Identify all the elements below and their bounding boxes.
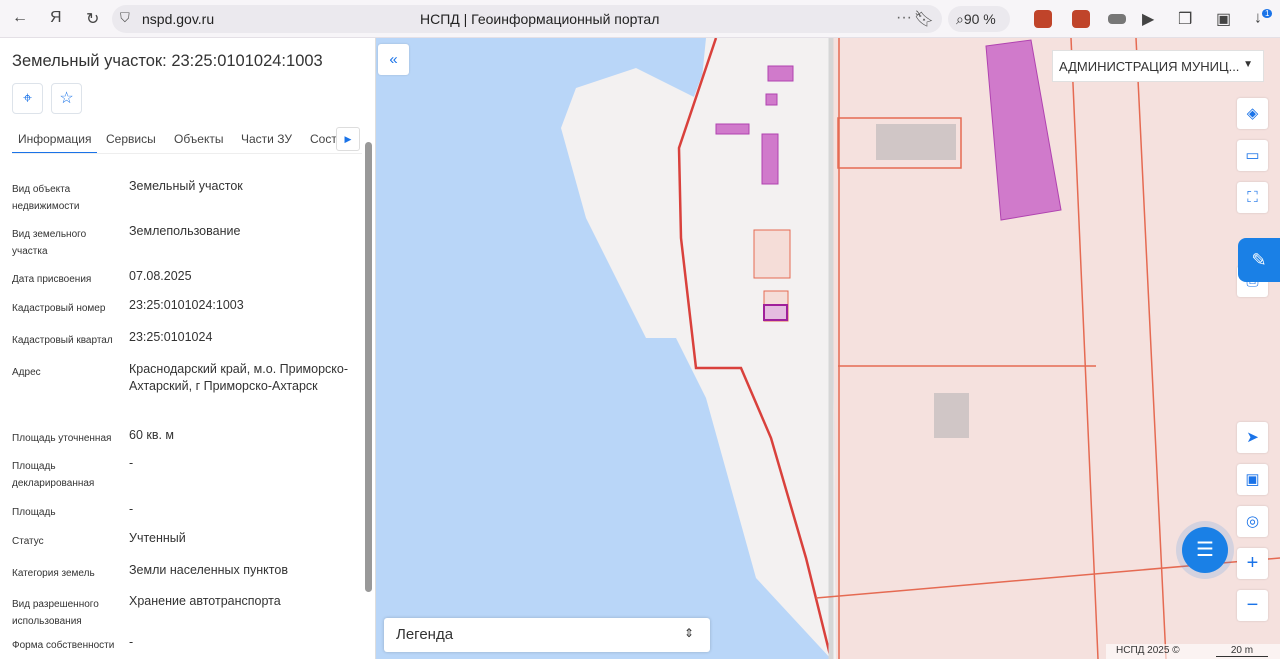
legend-label: Легенда — [396, 626, 454, 643]
info-label: Вид разрешенного использования — [12, 599, 99, 627]
url-text: nspd.gov.ru — [142, 11, 215, 27]
info-value: Краснодарский край, м.о. Приморско-Ахтар… — [129, 362, 349, 393]
geolocation-button[interactable]: ➤ — [1237, 422, 1268, 453]
chevron-down-icon: ▼ — [1243, 59, 1253, 70]
info-label: Вид земельного участка — [12, 229, 87, 257]
attribution-text: НСПД 2025 © — [1116, 645, 1180, 656]
zoom-indicator[interactable]: ⌕90 % — [948, 6, 1010, 32]
bookmark-icon[interactable]: 🔖︎ — [914, 9, 934, 29]
panel-title: Земельный участок: 23:25:0101024:1003 — [12, 52, 323, 70]
chevron-updown-icon: ⇕ — [683, 626, 694, 640]
zoom-icon: ⌕ — [956, 11, 964, 27]
info-value: Землепользование — [129, 224, 241, 238]
shield-icon: ⛉ — [120, 10, 130, 25]
locate-object-button[interactable]: ⌖ — [12, 83, 43, 114]
info-label: Адрес — [12, 367, 41, 378]
tab-information[interactable]: Информация — [12, 132, 98, 153]
zoom-out-button[interactable]: − — [1237, 590, 1268, 621]
map-attribution: НСПД 2025 © 20 m — [1106, 644, 1280, 659]
info-label: Кадастровый квартал — [12, 335, 113, 346]
layers-button[interactable]: ◈ — [1237, 98, 1268, 129]
map-canvas — [561, 38, 1280, 659]
info-label: Кадастровый номер — [12, 303, 106, 314]
info-value: - — [129, 502, 134, 516]
info-value: Учтенный — [129, 531, 186, 545]
info-value: Хранение автотранспорта — [129, 594, 281, 608]
info-value: 07.08.2025 — [129, 269, 192, 283]
collections-icon[interactable]: ❒ — [1178, 9, 1192, 29]
tab-services[interactable]: Сервисы — [106, 132, 156, 146]
panel-scrollbar[interactable] — [365, 142, 372, 592]
scale-bar: 20 m — [1216, 645, 1268, 657]
chat-button[interactable]: ☰ — [1182, 527, 1228, 573]
info-value: Земельный участок — [129, 179, 243, 193]
media-icon[interactable]: ▶ — [1142, 9, 1154, 29]
tab-objects[interactable]: Объекты — [174, 132, 224, 146]
info-value: - — [129, 635, 134, 649]
extension-icon[interactable] — [1034, 10, 1052, 28]
info-label: Площадь уточненная — [12, 433, 112, 444]
info-label: Площадь декларированная — [12, 461, 95, 489]
ruler-button[interactable]: ▭ — [1237, 140, 1268, 171]
extension-icon[interactable] — [1072, 10, 1090, 28]
info-label: Категория земель — [12, 568, 95, 579]
info-label: Форма собственности — [12, 640, 115, 651]
collapse-panel-button[interactable]: « — [378, 44, 409, 75]
map[interactable]: « АДМИНИСТРАЦИЯ МУНИЦ...▼ ◈ ▭ ⛶ ⎙ ✎ ➤ ▣ … — [376, 38, 1280, 659]
profile-icon[interactable]: ▣ — [1216, 9, 1231, 29]
info-value: 60 кв. м — [129, 428, 175, 442]
info-panel: Земельный участок: 23:25:0101024:1003 ⌖ … — [0, 38, 376, 659]
owner-select-value: АДМИНИСТРАЦИЯ МУНИЦ... — [1059, 59, 1240, 74]
feedback-tab[interactable]: ✎ — [1238, 238, 1280, 282]
yandex-icon[interactable]: Я — [50, 9, 62, 27]
owner-select[interactable]: АДМИНИСТРАЦИЯ МУНИЦ... ▼ — [1052, 50, 1264, 82]
download-icon[interactable]: ↓ 1 — [1254, 9, 1273, 27]
info-label: Площадь — [12, 507, 56, 518]
back-icon[interactable]: ← — [12, 9, 28, 27]
info-value: 23:25:0101024:1003 — [129, 298, 244, 312]
tabs-scroll-right-button[interactable]: ▶ — [336, 127, 360, 151]
page-title-text: НСПД | Геоинформационный портал — [420, 11, 660, 27]
search-location-button[interactable]: ◎ — [1237, 506, 1268, 537]
info-label: Дата присвоения — [12, 274, 92, 285]
info-label: Вид объекта недвижимости — [12, 184, 80, 212]
download-badge: 1 — [1262, 9, 1273, 18]
info-value: Земли населенных пунктов — [129, 563, 288, 577]
extension-icon[interactable] — [1108, 14, 1126, 24]
info-label: Статус — [12, 536, 44, 547]
info-value: - — [129, 456, 134, 470]
browser-toolbar: ← Я ↻ ⛉ nspd.gov.ru НСПД | Геоинформацио… — [0, 0, 1280, 38]
address-bar[interactable]: ⛉ nspd.gov.ru НСПД | Геоинформационный п… — [112, 5, 942, 33]
info-value: 23:25:0101024 — [129, 330, 213, 344]
minimap-button[interactable]: ▣ — [1237, 464, 1268, 495]
select-area-button[interactable]: ⛶ — [1237, 182, 1268, 213]
zoom-in-button[interactable]: + — [1237, 548, 1268, 579]
more-icon[interactable]: ··· — [896, 9, 912, 27]
zoom-value: 90 % — [963, 11, 996, 27]
favorite-button[interactable]: ☆ — [51, 83, 82, 114]
tab-parts[interactable]: Части ЗУ — [241, 132, 292, 146]
reload-icon[interactable]: ↻ — [86, 9, 99, 29]
tab-bar: Информация Сервисы Объекты Части ЗУ Сост… — [12, 130, 362, 154]
legend-dropdown[interactable]: Легенда ⇕ — [384, 618, 710, 652]
